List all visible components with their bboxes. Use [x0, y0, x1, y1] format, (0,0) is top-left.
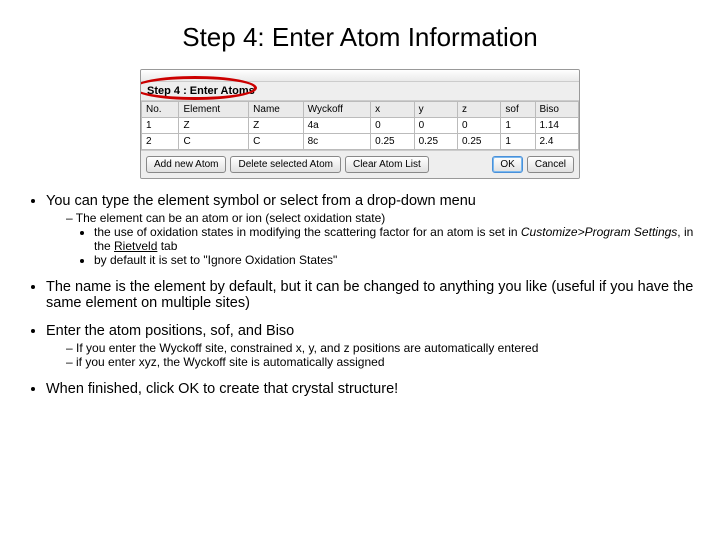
- delete-atom-button[interactable]: Delete selected Atom: [230, 156, 341, 173]
- col-biso: Biso: [535, 102, 579, 118]
- table-row[interactable]: 1 Z Z 4a 0 0 0 1 1.14: [142, 118, 579, 134]
- bullet-1-sub-dot-1: the use of oxidation states in modifying…: [94, 225, 698, 253]
- cell[interactable]: 1: [501, 134, 535, 150]
- cell[interactable]: C: [249, 134, 303, 150]
- dialog-titlebar: [141, 70, 579, 82]
- cell[interactable]: 0: [414, 118, 457, 134]
- body-text: You can type the element symbol or selec…: [0, 193, 720, 419]
- cell[interactable]: Z: [179, 118, 249, 134]
- menu-path: Customize>Program Settings: [521, 225, 677, 239]
- cell[interactable]: 4a: [303, 118, 371, 134]
- t: the use of oxidation states in modifying…: [94, 225, 521, 239]
- t: tab: [157, 239, 177, 253]
- bullet-2: The name is the element by default, but …: [46, 279, 698, 311]
- page-title: Step 4: Enter Atom Information: [0, 0, 720, 65]
- cell[interactable]: C: [179, 134, 249, 150]
- bullet-1-lead: You can type the element symbol or selec…: [46, 193, 476, 209]
- bullet-1-sub-dot-2: by default it is set to "Ignore Oxidatio…: [94, 253, 698, 267]
- cell[interactable]: 0.25: [414, 134, 457, 150]
- bullet-1: You can type the element symbol or selec…: [46, 193, 698, 267]
- clear-list-button[interactable]: Clear Atom List: [345, 156, 429, 173]
- step-header: Step 4 : Enter Atoms: [141, 82, 579, 101]
- step-header-label: Step 4 : Enter Atoms: [147, 85, 255, 97]
- cell[interactable]: 2: [142, 134, 179, 150]
- cell[interactable]: 0: [371, 118, 414, 134]
- cell[interactable]: 1: [142, 118, 179, 134]
- table-row[interactable]: 2 C C 8c 0.25 0.25 0.25 1 2.4: [142, 134, 579, 150]
- cell[interactable]: 0.25: [458, 134, 501, 150]
- bullet-4: When finished, click OK to create that c…: [46, 381, 698, 397]
- bullet-3: Enter the atom positions, sof, and Biso …: [46, 323, 698, 369]
- col-sof: sof: [501, 102, 535, 118]
- col-no: No.: [142, 102, 179, 118]
- bullet-3-lead: Enter the atom positions, sof, and Biso: [46, 323, 294, 339]
- tab-name: Rietveld: [114, 239, 157, 253]
- col-name: Name: [249, 102, 303, 118]
- cell[interactable]: 2.4: [535, 134, 579, 150]
- bullet-3-sub-2: if you enter xyz, the Wyckoff site is au…: [66, 355, 698, 369]
- cell[interactable]: Z: [249, 118, 303, 134]
- add-atom-button[interactable]: Add new Atom: [146, 156, 226, 173]
- col-element: Element: [179, 102, 249, 118]
- dialog-buttonbar: Add new Atom Delete selected Atom Clear …: [141, 150, 579, 178]
- cancel-button[interactable]: Cancel: [527, 156, 574, 173]
- col-z: z: [458, 102, 501, 118]
- cell[interactable]: 0.25: [371, 134, 414, 150]
- col-x: x: [371, 102, 414, 118]
- col-wyckoff: Wyckoff: [303, 102, 371, 118]
- atoms-table: No. Element Name Wyckoff x y z sof Biso …: [141, 101, 579, 150]
- bullet-3-sub-1: If you enter the Wyckoff site, constrain…: [66, 341, 698, 355]
- cell[interactable]: 1: [501, 118, 535, 134]
- cell[interactable]: 8c: [303, 134, 371, 150]
- dialog-screenshot: Step 4 : Enter Atoms No. Element Name Wy…: [140, 69, 580, 179]
- cell[interactable]: 1.14: [535, 118, 579, 134]
- ok-button[interactable]: OK: [492, 156, 522, 173]
- bullet-1-sub: The element can be an atom or ion (selec…: [66, 211, 698, 267]
- col-y: y: [414, 102, 457, 118]
- cell[interactable]: 0: [458, 118, 501, 134]
- bullet-1-sub-text: The element can be an atom or ion (selec…: [76, 211, 386, 225]
